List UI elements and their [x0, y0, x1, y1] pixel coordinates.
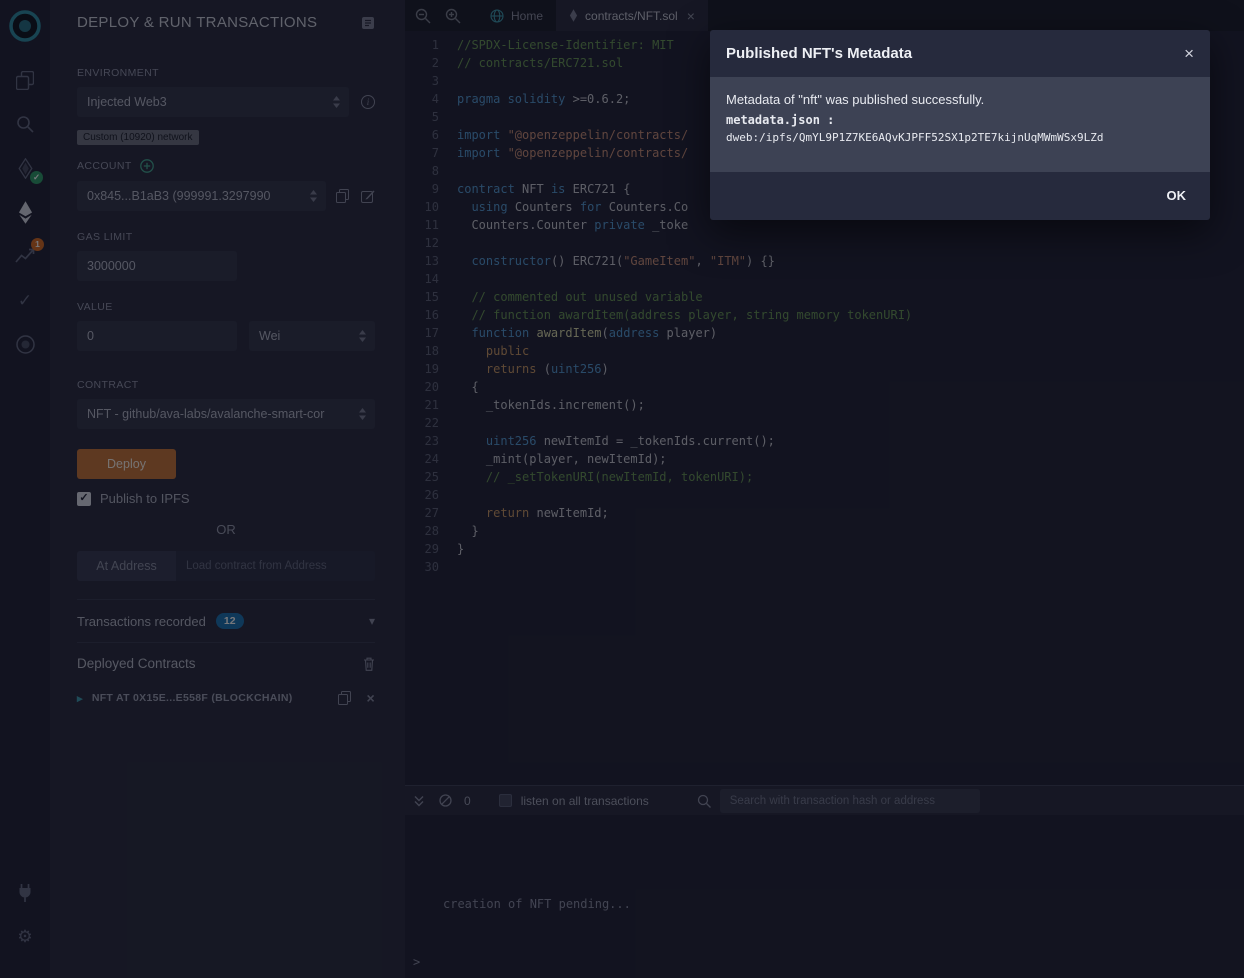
- modal-header: Published NFT's Metadata ×: [710, 30, 1210, 77]
- modal-body: Metadata of "nft" was published successf…: [710, 77, 1210, 172]
- modal-footer: OK: [710, 172, 1210, 220]
- modal-title: Published NFT's Metadata: [726, 45, 1184, 62]
- remix-app: ✓ 1 ✓ ⚙ DEPLOY & RUN TRANSACTIONS ENVIRO…: [0, 0, 1244, 978]
- ipfs-url: dweb:/ipfs/QmYL9P1Z7KE6AQvKJPFF52SX1p2TE…: [726, 131, 1194, 144]
- ok-button[interactable]: OK: [1167, 188, 1187, 203]
- published-metadata-modal: Published NFT's Metadata × Metadata of "…: [710, 30, 1210, 220]
- metadata-file-label: metadata.json :: [726, 113, 1194, 127]
- close-modal-icon[interactable]: ×: [1184, 45, 1194, 62]
- modal-message: Metadata of "nft" was published successf…: [726, 92, 1194, 107]
